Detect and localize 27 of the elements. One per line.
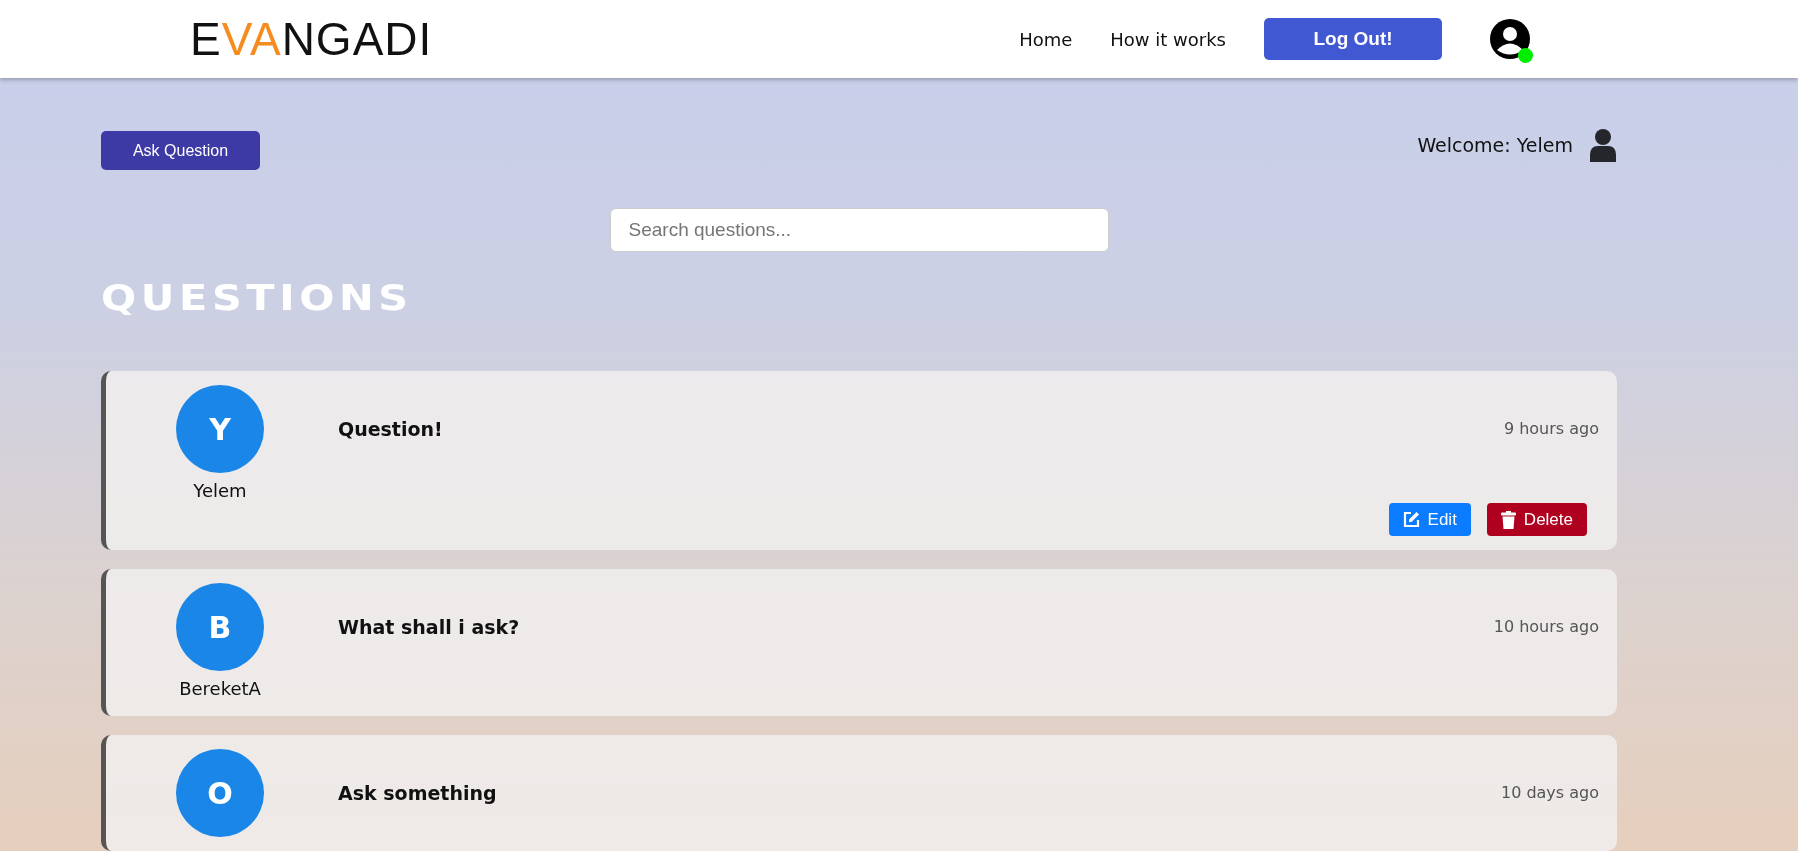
question-title[interactable]: Ask something bbox=[338, 778, 497, 808]
question-card[interactable]: B BereketA What shall i ask? 10 hours ago bbox=[101, 569, 1617, 717]
question-card[interactable]: O Ask something 10 days ago bbox=[101, 735, 1617, 851]
delete-button[interactable]: Delete bbox=[1486, 503, 1587, 537]
nav-link[interactable]: Home bbox=[1019, 25, 1073, 53]
trash-icon bbox=[1500, 510, 1516, 529]
time-ago: 10 days ago bbox=[1500, 782, 1599, 805]
logout-button[interactable]: Log Out! bbox=[1264, 18, 1442, 60]
edit-button[interactable]: Edit bbox=[1388, 503, 1471, 537]
user-initial-avatar: Y bbox=[176, 385, 264, 474]
question-card[interactable]: Y Yelem Question! 9 hours ago Edit Delete bbox=[101, 371, 1617, 551]
ask-question-button[interactable]: Ask Question bbox=[101, 131, 260, 170]
time-ago: 9 hours ago bbox=[1503, 418, 1599, 441]
user-icon bbox=[1490, 19, 1530, 59]
welcome-text: Welcome: Yelem bbox=[1417, 132, 1573, 158]
logo[interactable]: EVANGADI bbox=[190, 16, 433, 62]
user-icon bbox=[1589, 128, 1617, 162]
search-field[interactable]: Search questions... bbox=[609, 208, 1109, 252]
username: Yelem bbox=[193, 479, 247, 504]
question-title[interactable]: Question! bbox=[338, 414, 443, 444]
username: BereketA bbox=[179, 677, 261, 702]
nav-link[interactable]: How it works bbox=[1110, 25, 1226, 53]
time-ago: 10 hours ago bbox=[1493, 616, 1599, 639]
question-title[interactable]: What shall i ask? bbox=[338, 612, 520, 642]
user-initial-avatar: B bbox=[176, 583, 264, 672]
user-initial-avatar: O bbox=[176, 749, 264, 838]
edit-icon bbox=[1402, 511, 1420, 529]
